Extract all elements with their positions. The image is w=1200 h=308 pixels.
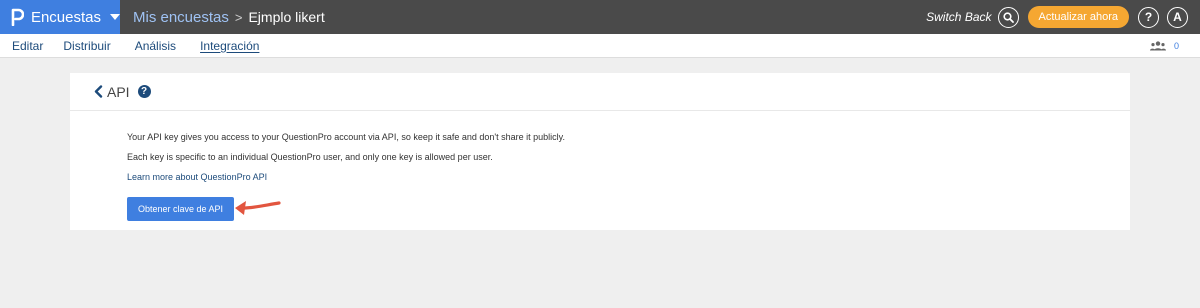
breadcrumb-my-surveys[interactable]: Mis encuestas [133, 9, 229, 26]
chevron-left-icon [94, 85, 103, 98]
switch-back-link[interactable]: Switch Back [926, 10, 991, 24]
learn-more-link[interactable]: Learn more about QuestionPro API [127, 172, 267, 182]
product-name: Encuestas [30, 8, 101, 26]
page-title: API [107, 83, 130, 100]
api-card-header: API ? [70, 73, 1130, 111]
breadcrumb: Mis encuestas > Ejmplo likert [133, 9, 325, 26]
questionpro-logo-icon [10, 7, 25, 27]
help-button[interactable]: ? [1138, 6, 1159, 28]
survey-sub-nav: Editar Distribuir Análisis Integración 0 [0, 34, 1200, 58]
breadcrumb-separator: > [234, 9, 243, 25]
api-card: API ? Your API key gives you access to y… [70, 73, 1130, 230]
api-card-body: Your API key gives you access to your Qu… [70, 111, 1130, 221]
tab-distribuir[interactable]: Distribuir [63, 39, 110, 53]
search-button[interactable] [997, 6, 1019, 28]
chevron-down-icon [110, 14, 120, 20]
api-description-line-2: Each key is specific to an individual Qu… [127, 152, 493, 162]
question-circle-icon[interactable]: ? [137, 85, 151, 98]
users-icon [1149, 40, 1166, 50]
upgrade-now-button[interactable]: Actualizar ahora [1027, 6, 1129, 28]
tab-analisis[interactable]: Análisis [135, 39, 176, 53]
product-switcher[interactable]: Encuestas [0, 0, 120, 34]
top-right-actions: Switch Back Actualizar ahora ? A [926, 6, 1200, 28]
user-avatar-button[interactable]: A [1167, 6, 1188, 28]
api-description-line-1: Your API key gives you access to your Qu… [127, 132, 565, 142]
collaborators-count: 0 [1173, 40, 1179, 51]
annotation-arrow-icon [235, 201, 281, 215]
search-icon [1002, 11, 1014, 23]
tab-integracion[interactable]: Integración [200, 39, 259, 53]
top-bar: Encuestas Mis encuestas > Ejmplo likert … [0, 0, 1200, 34]
collaborators-indicator[interactable]: 0 [1149, 40, 1179, 51]
breadcrumb-current-survey: Ejmplo likert [248, 9, 325, 25]
tab-editar[interactable]: Editar [12, 39, 43, 53]
back-button[interactable] [94, 85, 103, 98]
get-api-key-button[interactable]: Obtener clave de API [127, 197, 234, 221]
